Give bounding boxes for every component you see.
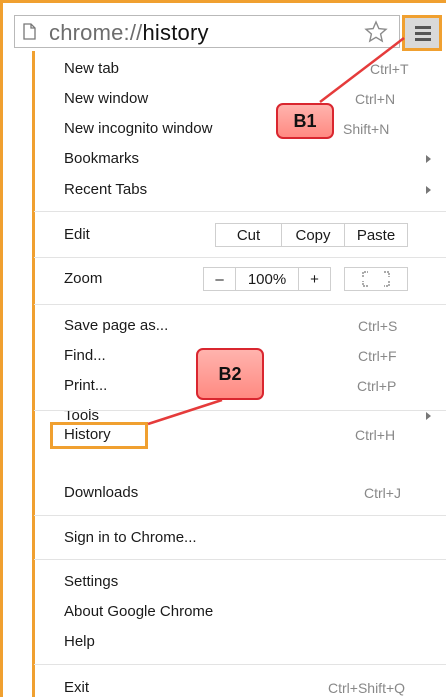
menu-item-recent-tabs[interactable]: Recent Tabs [64, 179, 147, 201]
menu-separator [34, 304, 446, 305]
copy-button[interactable]: Copy [281, 223, 345, 247]
callout-b2: B2 [196, 348, 264, 400]
frame-border-top [0, 0, 446, 3]
menu-item-new-incognito-window[interactable]: New incognito window [64, 118, 212, 140]
chrome-menu-button[interactable] [402, 15, 442, 51]
menu-item-downloads[interactable]: Downloads [64, 482, 138, 504]
hamburger-bar-top [415, 26, 431, 29]
menu-separator [34, 664, 446, 665]
menu-item-new-window[interactable]: New window [64, 88, 148, 110]
menu-item-zoom: Zoom [64, 270, 103, 287]
menu-item-settings[interactable]: Settings [64, 571, 118, 593]
menu-separator [34, 559, 446, 560]
hamburger-bar-middle [415, 32, 431, 35]
print-shortcut: Ctrl+P [357, 378, 397, 394]
fullscreen-button[interactable] [344, 267, 408, 291]
new-tab-shortcut: Ctrl+T [370, 61, 409, 77]
bookmarks-submenu-arrow-icon [426, 155, 431, 163]
frame-border-left [0, 0, 3, 697]
paste-button[interactable]: Paste [344, 223, 408, 247]
menu-item-exit[interactable]: Exit [64, 677, 89, 699]
page-icon [23, 23, 36, 40]
downloads-shortcut: Ctrl+J [364, 485, 401, 501]
menu-item-find[interactable]: Find... [64, 345, 106, 367]
zoom-level: 100% [235, 267, 299, 291]
menu-separator [34, 211, 446, 212]
menu-separator [34, 410, 446, 411]
url-text[interactable]: chrome://history [49, 20, 209, 46]
menu-item-save-page-as[interactable]: Save page as... [64, 315, 168, 337]
history-highlight-box [50, 422, 148, 449]
menu-separator [34, 515, 446, 516]
cut-button[interactable]: Cut [215, 223, 282, 247]
callout-b1: B1 [276, 103, 334, 139]
menu-item-print[interactable]: Print... [64, 375, 107, 397]
history-shortcut: Ctrl+H [355, 427, 396, 443]
zoom-out-button[interactable]: – [203, 267, 236, 291]
bookmark-star-icon[interactable] [364, 20, 388, 44]
menu-item-about-google-chrome[interactable]: About Google Chrome [64, 601, 213, 623]
hamburger-bar-bottom [415, 38, 431, 41]
menu-item-new-tab[interactable]: New tab [64, 58, 119, 80]
new-incognito-shortcut: Shift+N [343, 121, 390, 137]
recent-tabs-submenu-arrow-icon [426, 186, 431, 194]
menu-item-bookmarks[interactable]: Bookmarks [64, 148, 139, 170]
exit-shortcut: Ctrl+Shift+Q [328, 680, 406, 696]
address-bar[interactable]: chrome://history [14, 15, 400, 48]
menu-item-help[interactable]: Help [64, 631, 95, 653]
menu-item-edit: Edit [64, 226, 90, 243]
new-window-shortcut: Ctrl+N [355, 91, 396, 107]
save-page-shortcut: Ctrl+S [358, 318, 398, 334]
fullscreen-icon [362, 271, 390, 287]
zoom-in-button[interactable]: + [298, 267, 331, 291]
menu-separator [34, 257, 446, 258]
find-shortcut: Ctrl+F [358, 348, 397, 364]
tools-submenu-arrow-icon [426, 412, 431, 420]
menu-item-sign-in[interactable]: Sign in to Chrome... [64, 527, 197, 549]
